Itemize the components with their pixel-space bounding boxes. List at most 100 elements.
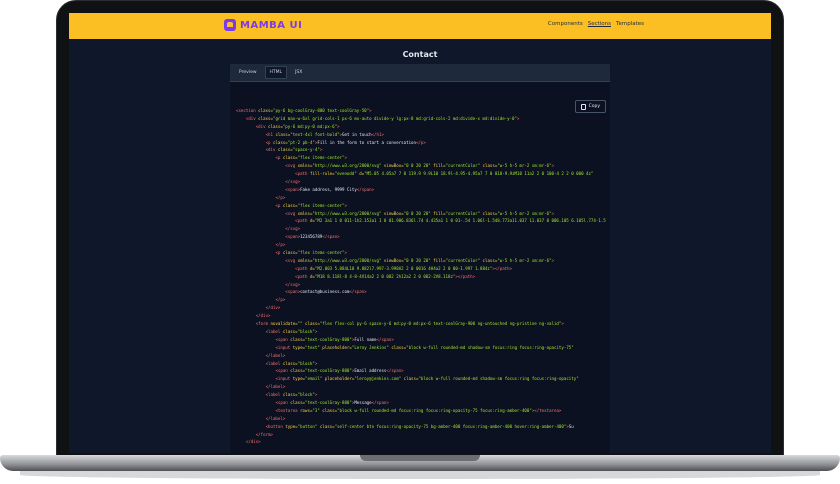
code-token: <path (295, 218, 308, 224)
tab-html[interactable]: HTML (264, 66, 288, 79)
code-token: "block w-full rounded-md shadow-sm focus… (406, 344, 574, 350)
brand-logo[interactable]: MAMBA UI (224, 19, 302, 31)
code-token: class= (280, 250, 298, 256)
code-token: xmlns= (295, 210, 313, 216)
code-token: "flex items-center" (297, 202, 345, 208)
code-token: </p> (415, 139, 426, 145)
copy-button[interactable]: Copy (574, 100, 606, 113)
code-token: "text" (305, 344, 320, 350)
code-token: > (516, 115, 520, 121)
code-token: "py-6 bg-coolGray-800 text-coolGray-50" (272, 108, 370, 113)
code-token: "M5.05 4.05a7 7 0 119.9 9.9L10 18.9l-4.9… (364, 171, 594, 177)
code-token: <span> (285, 186, 301, 192)
nav-link-sections[interactable]: Sections (588, 21, 611, 27)
code-line: </svg> (236, 225, 606, 233)
tab-jsx[interactable]: JSX (291, 67, 306, 78)
code-listing: <section class="py-6 bg-coolGray-800 tex… (236, 107, 606, 446)
code-token: class= (280, 392, 298, 398)
code-line: <p class="pt-2 pb-4">Fill in the form to… (236, 139, 606, 147)
code-token: ></textarea> (531, 407, 562, 413)
code-token: > (551, 210, 555, 216)
code-token: ></path> (455, 273, 476, 279)
code-line: </label> (236, 415, 606, 423)
nav-link-components[interactable]: Components (548, 21, 583, 27)
code-token: > (337, 123, 340, 129)
code-token: > (319, 147, 323, 153)
code-token: > (551, 257, 555, 263)
code-line: <path d="M2 3a1 1 0 011-1h2.153a1 1 0 01… (236, 217, 606, 225)
code-line: </div> (236, 304, 606, 312)
code-token: <label (265, 360, 281, 366)
code-token: </span> (386, 368, 404, 374)
code-line: <section class="py-6 bg-coolGray-800 tex… (236, 107, 606, 115)
code-token: <section (236, 108, 256, 113)
code-token: "w-5 h-5 mr-2 sm:mr-6" (497, 163, 552, 169)
code-token: <div (265, 147, 276, 153)
code-line: <path d="M18 8.118l-8 4-8-4V14a2 2 0 002… (236, 273, 606, 281)
code-token: fill-rule= (307, 171, 335, 177)
code-line: </svg> (236, 178, 606, 186)
code-token: </label> (265, 384, 286, 390)
code-token: viewBox= (381, 257, 404, 263)
code-line: </p> (236, 194, 606, 202)
code-token: <path (295, 171, 308, 177)
code-line: <span>123456789</span> (236, 233, 606, 241)
code-line: <div class="space-y-4"> (236, 146, 606, 154)
laptop-screen: MAMBA UI Components Sections Templates C… (69, 13, 771, 453)
code-token: "flex items-center" (297, 155, 345, 161)
code-line: <span>Fake address, 9999 City</span> (236, 186, 606, 194)
code-token: class= (272, 131, 291, 137)
code-line: </p> (236, 241, 606, 249)
code-token: > (369, 108, 372, 113)
code-token: "email" (305, 376, 323, 382)
code-token: "evenodd" (334, 171, 357, 177)
code-token: <button (265, 423, 283, 429)
code-token: Get in touch (342, 131, 372, 137)
code-token: </span> (356, 186, 375, 192)
code-line: <span class="text-coolGray-800">Full nam… (236, 336, 606, 344)
code-line: <p class="flex items-center"> (236, 249, 606, 257)
code-token: class= (275, 147, 293, 153)
code-token: ></path> (492, 265, 513, 271)
code-token: </div> (265, 305, 281, 311)
code-token: > (314, 392, 318, 398)
code-token: </label> (265, 415, 286, 421)
tab-preview[interactable]: Preview (235, 67, 261, 78)
brand-name: MAMBA UI (240, 19, 303, 31)
code-token: > (561, 321, 564, 327)
code-token: <span> (285, 289, 301, 295)
nav-link-templates[interactable]: Templates (616, 21, 644, 27)
copy-icon (580, 103, 586, 110)
code-token: type= (290, 344, 306, 350)
page-title: Contact (402, 50, 438, 59)
code-token: <svg (285, 257, 296, 263)
code-token: class= (255, 108, 273, 113)
code-token: <h1 (265, 131, 273, 137)
code-token: "http://www.w3.org/2000/svg" (312, 210, 382, 216)
code-token: </p> (275, 242, 286, 248)
code-token: "block" (297, 392, 315, 398)
code-token: <span (275, 368, 288, 374)
code-line: <svg xmlns="http://www.w3.org/2000/svg" … (236, 257, 606, 265)
code-line: </div> (236, 312, 606, 320)
nav-links: Components Sections Templates (548, 21, 644, 27)
code-token: d= (307, 265, 315, 271)
code-token: "flex items-center" (297, 250, 345, 256)
code-token: </div> (245, 439, 261, 445)
code-token: class= (480, 257, 498, 263)
